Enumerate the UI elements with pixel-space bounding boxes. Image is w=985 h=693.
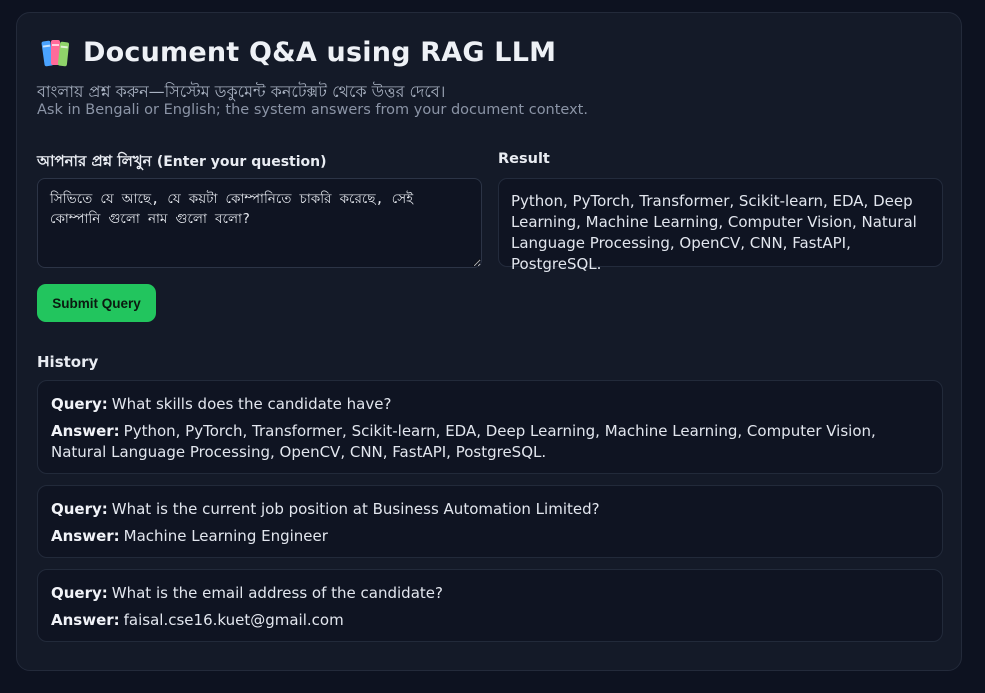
history-query: Query: What skills does the candidate hav… <box>51 394 929 415</box>
main-card: Document Q&A using RAG LLM বাংলায় প্রশ্… <box>16 12 962 671</box>
title-row: Document Q&A using RAG LLM <box>41 37 556 68</box>
books-icon <box>41 38 71 68</box>
answer-text: faisal.cse16.kuet@gmail.com <box>123 611 344 629</box>
submit-query-button[interactable]: Submit Query <box>37 284 156 322</box>
query-key: Query: <box>51 584 108 602</box>
query-text: What is the current job position at Busi… <box>111 500 600 518</box>
history-answer: Answer: Python, PyTorch, Transformer, Sci… <box>51 421 929 463</box>
page-title: Document Q&A using RAG LLM <box>83 37 557 68</box>
query-key: Query: <box>51 500 108 518</box>
answer-key: Answer: <box>51 527 120 545</box>
history-item: Query: What skills does the candidate hav… <box>37 380 943 474</box>
question-label-english: (Enter your question) <box>156 154 327 170</box>
answer-text: Python, PyTorch, Transformer, Scikit-lea… <box>51 422 876 461</box>
query-text: What is the email address of the candida… <box>111 584 443 602</box>
question-label: আপনার প্রশ্ন লিখুন (Enter your question) <box>37 150 327 175</box>
question-label-bengali: আপনার প্রশ্ন লিখুন <box>37 152 152 170</box>
answer-text: Machine Learning Engineer <box>123 527 328 545</box>
answer-key: Answer: <box>51 611 120 629</box>
question-input[interactable]: সিভিতে যে আছে, যে কয়টা কোম্পানিতে চাকরি… <box>37 178 482 268</box>
subtitle-english: Ask in Bengali or English; the system an… <box>37 102 588 118</box>
history-query: Query: What is the email address of the c… <box>51 583 929 604</box>
answer-key: Answer: <box>51 422 120 440</box>
history-label: History <box>37 353 99 371</box>
history-query: Query: What is the current job position a… <box>51 499 929 520</box>
history-answer: Answer: faisal.cse16.kuet@gmail.com <box>51 610 929 631</box>
result-label: Result <box>498 151 550 167</box>
history-item: Query: What is the current job position a… <box>37 485 943 558</box>
history-item: Query: What is the email address of the c… <box>37 569 943 642</box>
query-key: Query: <box>51 395 108 413</box>
query-text: What skills does the candidate have? <box>111 395 392 413</box>
history-answer: Answer: Machine Learning Engineer <box>51 526 929 547</box>
result-box: Python, PyTorch, Transformer, Scikit-lea… <box>498 178 943 273</box>
